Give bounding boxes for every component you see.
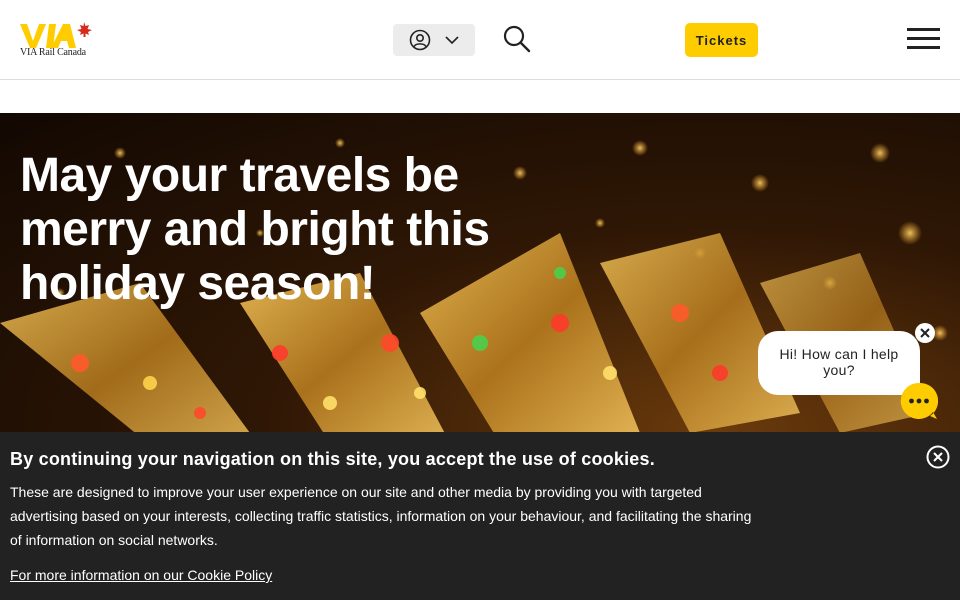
close-icon (920, 328, 930, 338)
cookie-close-button[interactable] (926, 445, 950, 469)
cookie-banner-text: These are designed to improve your user … (10, 484, 752, 548)
logo-wordmark: VIA Rail Canada (20, 47, 86, 58)
tickets-button[interactable]: Tickets (685, 23, 758, 57)
cookie-policy-link[interactable]: For more information on our Cookie Polic… (10, 567, 272, 583)
hero-title: May your travels be merry and bright thi… (20, 149, 490, 310)
via-logo-mark (20, 22, 92, 48)
search-button[interactable] (503, 25, 531, 53)
chat-dots-icon (900, 382, 939, 419)
site-header: VIA Rail Canada Tickets (0, 0, 960, 80)
user-circle-icon (409, 29, 431, 51)
chat-launcher-button[interactable] (900, 382, 939, 420)
account-button[interactable] (393, 24, 475, 56)
chevron-down-icon (445, 36, 459, 45)
chat-greeting-bubble[interactable]: Hi! How can I help you? (758, 331, 920, 395)
cookie-banner: By continuing your navigation on this si… (0, 432, 960, 600)
search-icon (503, 25, 531, 53)
chat-close-button[interactable] (915, 323, 935, 343)
close-circle-icon (926, 445, 950, 469)
hamburger-menu-icon[interactable] (907, 28, 941, 52)
via-rail-logo[interactable]: VIA Rail Canada (20, 22, 94, 58)
page: VIA Rail Canada Tickets May your travels… (0, 0, 960, 600)
cookie-banner-title: By continuing your navigation on this si… (10, 449, 655, 469)
